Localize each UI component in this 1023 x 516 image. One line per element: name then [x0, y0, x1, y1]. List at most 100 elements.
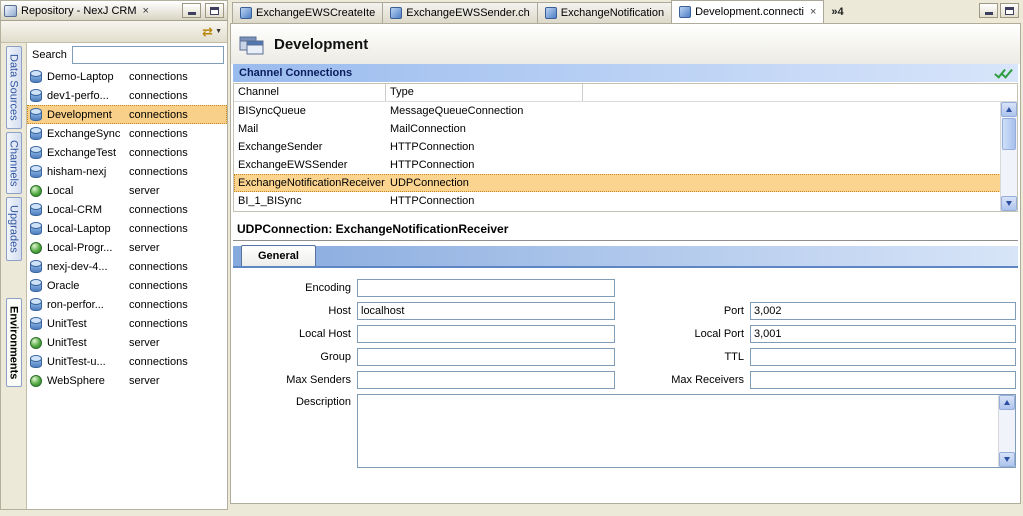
tree-item[interactable]: ExchangeTest connections: [27, 143, 227, 162]
scroll-down-icon[interactable]: [1001, 196, 1017, 211]
table-row[interactable]: ExchangeNotificationReceiver UDPConnecti…: [234, 174, 1017, 192]
table-row[interactable]: Mail MailConnection: [234, 120, 1017, 138]
side-tab-label: Data Sources: [8, 54, 20, 121]
minimize-view-button[interactable]: [182, 3, 201, 18]
port-input[interactable]: [750, 302, 1016, 320]
tree-item-name: ron-perfor...: [47, 299, 129, 311]
tree-item-type: connections: [129, 128, 188, 140]
tree-item[interactable]: UnitTest connections: [27, 314, 227, 333]
local-host-input[interactable]: [357, 325, 615, 343]
tree-item-type: connections: [129, 318, 188, 330]
scroll-up-icon[interactable]: [1001, 102, 1017, 117]
tab-overflow-chevron[interactable]: »4: [831, 6, 843, 18]
database-icon: [30, 318, 42, 330]
development-editor: Development Channel Connections Channel …: [230, 23, 1021, 504]
side-tab-label: Channels: [8, 140, 20, 186]
description-box: [357, 394, 1016, 468]
link-with-editor-button[interactable]: ⇄: [202, 25, 213, 38]
detail-tab-strip: General: [233, 246, 1018, 268]
scrollbar-thumb[interactable]: [1002, 118, 1016, 150]
tree-item[interactable]: Local server: [27, 181, 227, 200]
host-input[interactable]: [357, 302, 615, 320]
editor-tab-bar: ExchangeEWSCreateIte × ExchangeEWSSender…: [230, 0, 1023, 23]
column-header-channel[interactable]: Channel: [234, 84, 386, 101]
database-icon: [30, 166, 42, 178]
table-row[interactable]: ExchangeEWSSender HTTPConnection: [234, 156, 1017, 174]
tree-item[interactable]: Local-Progr... server: [27, 238, 227, 257]
scroll-down-icon[interactable]: [999, 452, 1015, 467]
channel-table: Channel Type BISyncQueue MessageQueueCon…: [233, 83, 1018, 212]
table-row[interactable]: ExchangeSender HTTPConnection: [234, 138, 1017, 156]
table-scrollbar[interactable]: [1000, 102, 1017, 211]
maximize-view-button[interactable]: [205, 3, 224, 18]
editor-tab[interactable]: ExchangeEWSCreateIte ×: [232, 2, 383, 23]
editor-tab[interactable]: ExchangeNotification ×: [537, 2, 672, 23]
max-senders-input[interactable]: [357, 371, 615, 389]
globe-icon: [30, 242, 42, 254]
field-label-left: Local Host: [233, 328, 351, 340]
tree-item-type: connections: [129, 90, 188, 102]
tab-general[interactable]: General: [241, 245, 316, 266]
editor-tab[interactable]: Development.connecti ×: [671, 0, 824, 23]
minimize-editor-button[interactable]: [979, 3, 998, 18]
ttl-input[interactable]: [750, 348, 1016, 366]
detail-form: Encoding Host Port: [231, 268, 1020, 468]
tree-item-type: connections: [129, 109, 188, 121]
app-window: Repository - NexJ CRM × ⇄ ▼ Data Sources…: [0, 0, 1023, 516]
description-textarea[interactable]: [358, 395, 998, 467]
tree-item[interactable]: Oracle connections: [27, 276, 227, 295]
tree-item[interactable]: dev1-perfo... connections: [27, 86, 227, 105]
side-tab[interactable]: Environments: [6, 298, 22, 387]
tree-item[interactable]: Local-Laptop connections: [27, 219, 227, 238]
database-icon: [30, 280, 42, 292]
editor-tab[interactable]: ExchangeEWSSender.ch ×: [382, 2, 538, 23]
max-receivers-input[interactable]: [750, 371, 1016, 389]
table-row[interactable]: BI_1_BISync HTTPConnection: [234, 192, 1017, 210]
side-tab[interactable]: Data Sources: [6, 46, 22, 129]
repository-view: Repository - NexJ CRM × ⇄ ▼ Data Sources…: [0, 0, 228, 510]
tree-item[interactable]: Demo-Laptop connections: [27, 67, 227, 86]
maximize-editor-button[interactable]: [1000, 3, 1019, 18]
tree-item[interactable]: ron-perfor... connections: [27, 295, 227, 314]
minimize-icon: [188, 12, 196, 15]
local-port-input[interactable]: [750, 325, 1016, 343]
group-input[interactable]: [357, 348, 615, 366]
editor-area: ExchangeEWSCreateIte × ExchangeEWSSender…: [230, 0, 1023, 510]
channel-connections-bar: Channel Connections: [233, 64, 1018, 82]
tree-item[interactable]: UnitTest-u... connections: [27, 352, 227, 371]
tree-item[interactable]: WebSphere server: [27, 371, 227, 390]
cell-channel: BISyncQueue: [234, 105, 386, 117]
description-scrollbar[interactable]: [998, 395, 1015, 467]
scrollbar-track[interactable]: [1001, 151, 1017, 196]
tree-item-name: hisham-nexj: [47, 166, 129, 178]
field-label-right: Max Receivers: [621, 374, 744, 386]
scroll-up-icon[interactable]: [999, 395, 1015, 410]
side-tab[interactable]: Upgrades: [6, 197, 22, 261]
field-label-left: Max Senders: [233, 374, 351, 386]
tree-item[interactable]: hisham-nexj connections: [27, 162, 227, 181]
database-icon: [30, 109, 42, 121]
tree-item-name: UnitTest-u...: [47, 356, 129, 368]
tree-item-type: server: [129, 375, 160, 387]
editor-file-icon: [240, 7, 252, 19]
side-tab[interactable]: Channels: [6, 132, 22, 194]
tree-item-type: server: [129, 242, 160, 254]
tree-item[interactable]: Local-CRM connections: [27, 200, 227, 219]
description-row: Description: [233, 394, 1016, 468]
editor-tab-label: Development.connecti: [695, 6, 804, 18]
close-icon[interactable]: ×: [141, 5, 151, 17]
section-title: Channel Connections: [239, 67, 995, 79]
tree-item[interactable]: UnitTest server: [27, 333, 227, 352]
view-menu-icon[interactable]: ▼: [215, 28, 222, 35]
tree-item[interactable]: ExchangeSync connections: [27, 124, 227, 143]
tree-item-type: server: [129, 185, 160, 197]
table-row[interactable]: BISyncQueue MessageQueueConnection: [234, 102, 1017, 120]
encoding-input[interactable]: [357, 279, 615, 297]
tab-close-icon[interactable]: ×: [810, 6, 816, 18]
tree-item[interactable]: Development connections: [27, 105, 227, 124]
search-input[interactable]: [72, 46, 224, 64]
column-header-type[interactable]: Type: [386, 84, 583, 101]
tree-item-name: Local-Laptop: [47, 223, 129, 235]
tree-item[interactable]: nexj-dev-4... connections: [27, 257, 227, 276]
tree-item-name: Development: [47, 109, 129, 121]
